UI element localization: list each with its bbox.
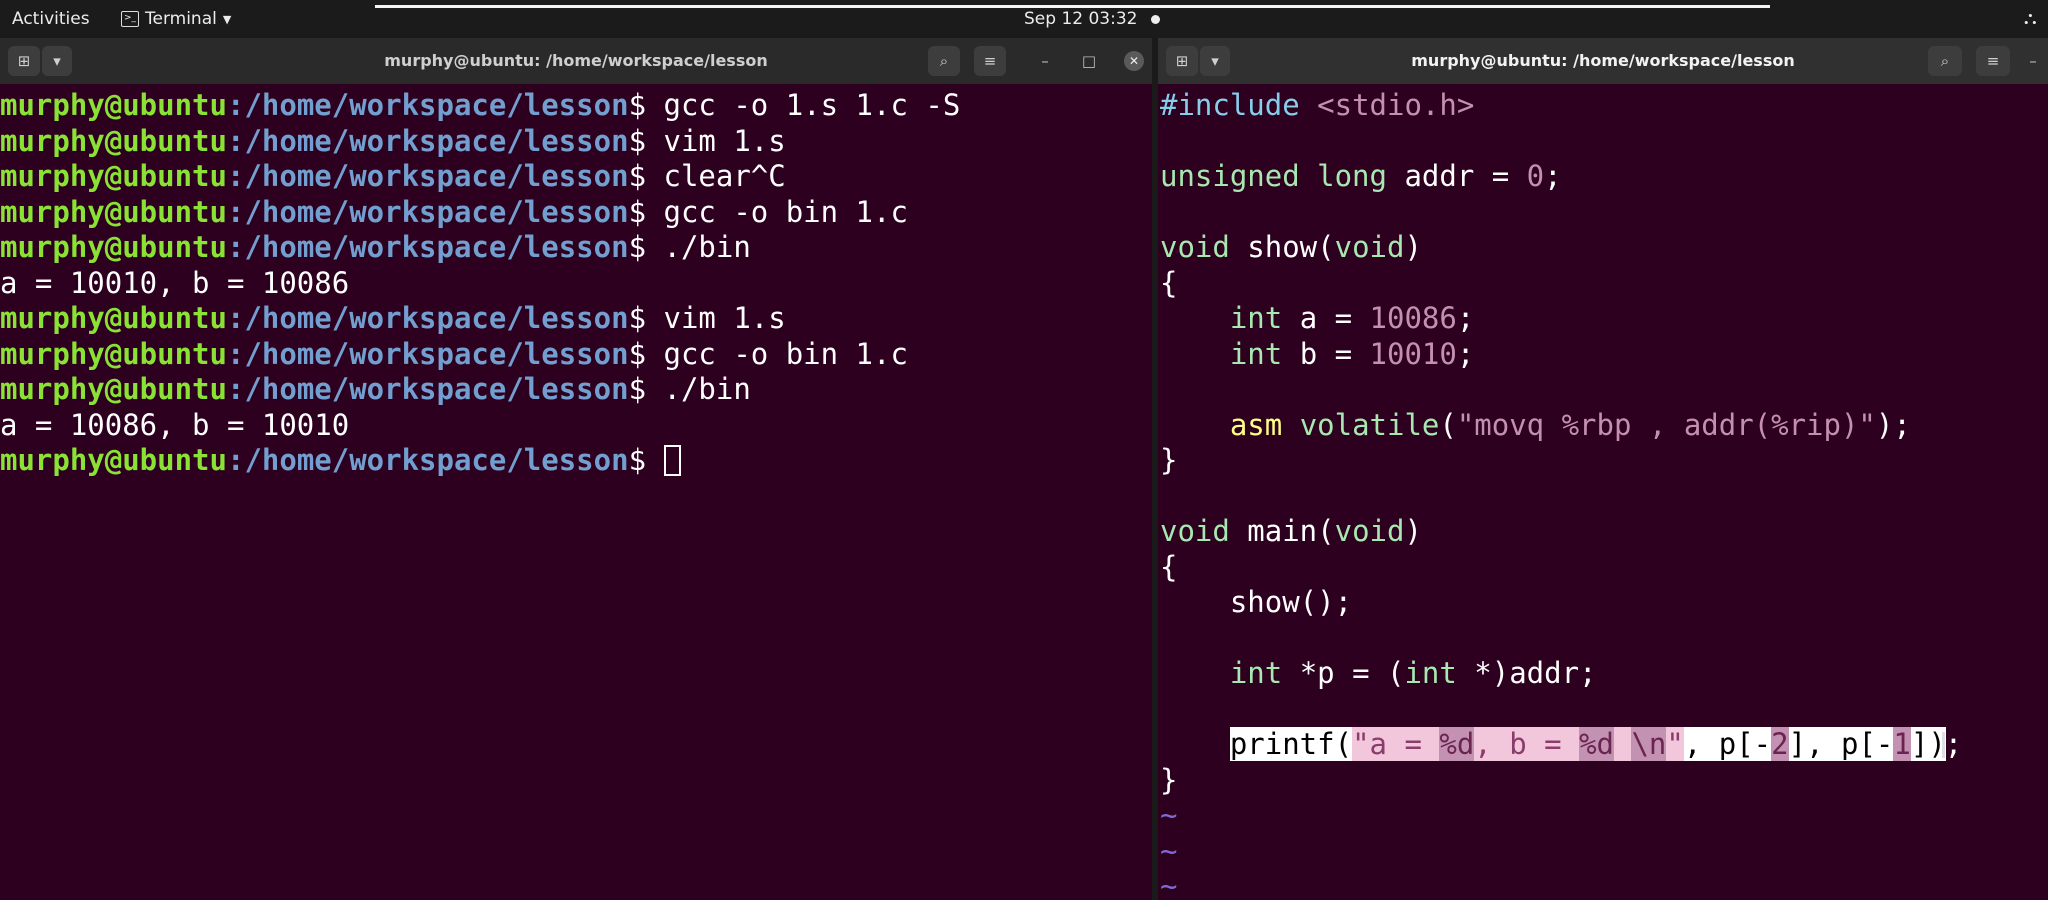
prompt-line: murphy@ubuntu:/home/workspace/lesson$ ./… xyxy=(0,372,1152,408)
search-icon[interactable]: ⌕ xyxy=(1928,46,1962,76)
prompt-user: murphy@ubuntu xyxy=(0,88,227,122)
prompt-symbol: $ xyxy=(628,123,647,158)
prompt-path: :/home/workspace/lesson xyxy=(226,301,629,335)
command-text: gcc -o 1.s 1.c -S xyxy=(646,88,961,122)
prompt-symbol: $ xyxy=(628,194,647,229)
empty-line-marker: ~ xyxy=(1160,798,1178,832)
prompt-symbol: $ xyxy=(628,443,647,477)
prompt-user: murphy@ubuntu xyxy=(0,336,227,371)
prompt-user: murphy@ubuntu xyxy=(0,194,227,229)
prompt-path: :/home/workspace/lesson xyxy=(226,194,629,229)
progress-bar xyxy=(375,5,1770,8)
prompt-user: murphy@ubuntu xyxy=(0,372,227,406)
hamburger-menu-icon[interactable]: ≡ xyxy=(1976,46,2010,76)
terminal-cursor xyxy=(663,445,681,476)
code-line: int a = 10086; xyxy=(1229,301,1475,335)
code-line: int b = 10010; xyxy=(1229,336,1475,371)
output-line: a = 10086, b = 10010 xyxy=(0,408,1152,444)
prompt-symbol: $ xyxy=(628,159,647,193)
code-line-selected[interactable]: printf("a = %d, b = %d \n", p[-2], p[-1]… xyxy=(1160,727,2048,763)
empty-line-marker: ~ xyxy=(1160,833,1178,868)
command-text: gcc -o bin 1.c xyxy=(646,194,908,229)
prompt-line: murphy@ubuntu:/home/workspace/lesson$ gc… xyxy=(0,337,1152,373)
close-icon[interactable]: ✕ xyxy=(1124,51,1144,71)
top-bar: Activities >_ Terminal ▼ Sep 12 03:32 ⛬ xyxy=(0,0,2048,38)
minimize-icon[interactable]: – xyxy=(1030,46,1060,76)
command-text: ./bin xyxy=(646,230,751,264)
code-line: { xyxy=(1160,549,1178,584)
prompt-user: murphy@ubuntu xyxy=(0,123,227,158)
output-text: a = 10010, b = 10086 xyxy=(0,265,350,300)
terminal-output[interactable]: murphy@ubuntu:/home/workspace/lesson$ gc… xyxy=(0,84,1152,900)
window-title: murphy@ubuntu: /home/workspace/lesson xyxy=(1411,51,1795,70)
code-line: { xyxy=(1160,265,1178,300)
prompt-symbol: $ xyxy=(628,230,647,264)
clock-text: Sep 12 03:32 xyxy=(1024,9,1138,29)
prompt-line: murphy@ubuntu:/home/workspace/lesson$ gc… xyxy=(0,195,1152,231)
command-text: vim 1.s xyxy=(646,123,786,158)
header-bar: ⊞ ▾ murphy@ubuntu: /home/workspace/lesso… xyxy=(1158,38,2048,84)
prompt-line: murphy@ubuntu:/home/workspace/lesson$ xyxy=(0,443,1152,479)
prompt-line: murphy@ubuntu:/home/workspace/lesson$ vi… xyxy=(0,301,1152,337)
prompt-symbol: $ xyxy=(628,88,647,122)
app-menu-button[interactable]: >_ Terminal ▼ xyxy=(121,9,231,29)
app-name: Terminal xyxy=(145,9,217,29)
clock[interactable]: Sep 12 03:32 xyxy=(1024,9,1161,29)
code-line: } xyxy=(1160,443,1178,477)
prompt-symbol: $ xyxy=(628,301,647,335)
prompt-line: murphy@ubuntu:/home/workspace/lesson$ gc… xyxy=(0,88,1152,124)
prompt-line: murphy@ubuntu:/home/workspace/lesson$ ./… xyxy=(0,230,1152,266)
terminal-window-left[interactable]: ⊞ ▾ murphy@ubuntu: /home/workspace/lesso… xyxy=(0,38,1152,900)
header-bar: ⊞ ▾ murphy@ubuntu: /home/workspace/lesso… xyxy=(0,38,1152,84)
search-icon[interactable]: ⌕ xyxy=(928,46,960,76)
command-text: ./bin xyxy=(646,372,751,406)
code-line: int *p = (int *)addr; xyxy=(1229,656,1597,690)
prompt-path: :/home/workspace/lesson xyxy=(226,123,629,158)
command-text xyxy=(646,443,663,477)
vim-editor[interactable]: #include <stdio.h> unsigned long addr = … xyxy=(1160,84,2048,900)
maximize-icon[interactable]: □ xyxy=(1074,46,1104,76)
code-line: asm volatile("movq %rbp , addr(%rip)"); xyxy=(1229,407,1911,442)
notification-dot-icon xyxy=(1151,14,1161,24)
code-line: show(); xyxy=(1229,585,1353,619)
hamburger-menu-icon[interactable]: ≡ xyxy=(974,46,1006,76)
prompt-user: murphy@ubuntu xyxy=(0,301,227,335)
command-text: vim 1.s xyxy=(646,301,786,335)
prompt-line: murphy@ubuntu:/home/workspace/lesson$ cl… xyxy=(0,159,1152,195)
code-line: unsigned long addr = 0; xyxy=(1160,159,1562,193)
prompt-path: :/home/workspace/lesson xyxy=(226,159,629,193)
chevron-down-icon: ▼ xyxy=(222,12,232,26)
prompt-path: :/home/workspace/lesson xyxy=(226,230,629,264)
code-line: } xyxy=(1160,762,1178,797)
accessibility-icon[interactable]: ⛬ xyxy=(2024,8,2037,29)
output-line: a = 10010, b = 10086 xyxy=(0,266,1152,302)
prompt-symbol: $ xyxy=(628,336,647,371)
command-text: clear^C xyxy=(646,159,786,193)
prompt-user: murphy@ubuntu xyxy=(0,443,227,477)
prompt-path: :/home/workspace/lesson xyxy=(226,336,629,371)
prompt-path: :/home/workspace/lesson xyxy=(226,372,629,406)
empty-line-marker: ~ xyxy=(1160,869,1178,900)
code-line: void main(void) xyxy=(1160,514,1422,548)
code-line: void show(void) xyxy=(1160,230,1422,264)
prompt-path: :/home/workspace/lesson xyxy=(226,88,629,122)
activities-button[interactable]: Activities xyxy=(12,9,90,29)
command-text: gcc -o bin 1.c xyxy=(646,336,908,371)
terminal-icon: >_ xyxy=(121,11,139,27)
prompt-line: murphy@ubuntu:/home/workspace/lesson$ vi… xyxy=(0,124,1152,160)
prompt-path: :/home/workspace/lesson xyxy=(226,443,629,477)
output-text: a = 10086, b = 10010 xyxy=(0,407,350,442)
terminal-window-right[interactable]: ⊞ ▾ murphy@ubuntu: /home/workspace/lesso… xyxy=(1158,38,2048,900)
prompt-user: murphy@ubuntu xyxy=(0,230,227,264)
minimize-icon[interactable]: – xyxy=(2020,46,2046,76)
code-line: #include <stdio.h> xyxy=(1160,88,1475,122)
prompt-symbol: $ xyxy=(628,372,647,406)
prompt-user: murphy@ubuntu xyxy=(0,159,227,193)
